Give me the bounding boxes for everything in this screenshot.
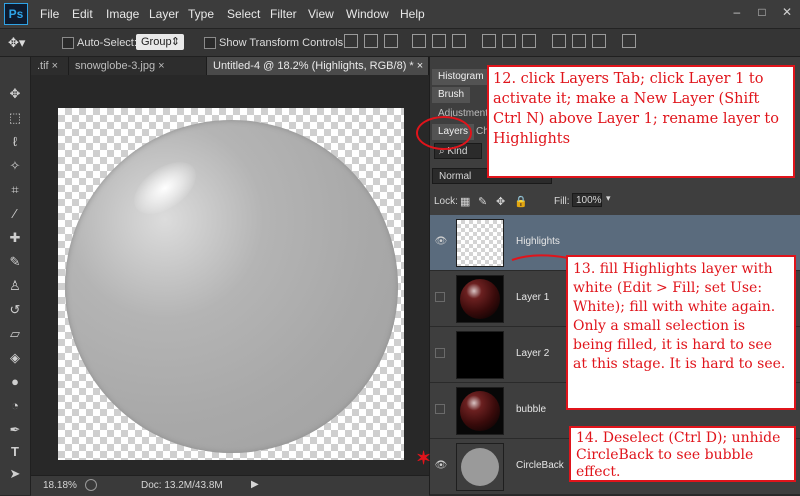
- eye-icon[interactable]: 👁: [434, 235, 448, 249]
- brush-tool-icon[interactable]: ✎: [6, 253, 24, 271]
- path-selection-tool-icon[interactable]: ➤: [6, 465, 24, 483]
- fill-dropdown-icon[interactable]: ▾: [606, 193, 611, 204]
- lock-image-icon[interactable]: ✎: [478, 195, 487, 208]
- tab-brush[interactable]: Brush: [432, 87, 471, 103]
- visibility-toggle[interactable]: [435, 292, 445, 302]
- menu-image[interactable]: Image: [106, 7, 139, 21]
- document-info-icon[interactable]: [85, 479, 97, 491]
- menu-view[interactable]: View: [308, 7, 334, 21]
- lock-all-icon[interactable]: 🔒: [514, 195, 528, 208]
- menu-file[interactable]: File: [40, 7, 59, 21]
- align-hcenter-icon[interactable]: [432, 34, 446, 48]
- annotation-step-12: 12. click Layers Tab; click Layer 1 to a…: [487, 65, 795, 178]
- crop-tool-icon[interactable]: ⌗: [6, 181, 24, 199]
- distribute-right-icon[interactable]: [592, 34, 606, 48]
- visibility-toggle[interactable]: [435, 404, 445, 414]
- menu-help[interactable]: Help: [400, 7, 425, 21]
- auto-select-label: Auto-Select:: [77, 37, 137, 49]
- distribute-vcenter-icon[interactable]: [502, 34, 516, 48]
- layer-name: bubble: [516, 404, 547, 415]
- paint-bucket-tool-icon[interactable]: ◈: [6, 349, 24, 367]
- window-controls: – □ ✕: [724, 4, 796, 20]
- pen-tool-icon[interactable]: ✒: [6, 421, 24, 439]
- align-bottom-icon[interactable]: [384, 34, 398, 48]
- auto-select-value: Group: [141, 36, 172, 48]
- maximize-button[interactable]: □: [753, 4, 771, 20]
- document-tabs: .tif × snowglobe-3.jpg × Untitled-4 @ 18…: [31, 57, 429, 75]
- close-button[interactable]: ✕: [778, 4, 796, 20]
- auto-select-dropdown[interactable]: Group ⇕: [136, 34, 184, 50]
- layer-thumbnail: [456, 387, 504, 435]
- menu-window[interactable]: Window: [346, 7, 389, 21]
- eraser-tool-icon[interactable]: ▱: [6, 325, 24, 343]
- type-tool-icon[interactable]: T: [6, 443, 24, 461]
- show-transform-label: Show Transform Controls: [219, 37, 344, 49]
- distribute-top-icon[interactable]: [482, 34, 496, 48]
- menu-bar: Ps File Edit Image Layer Type Select Fil…: [0, 0, 800, 29]
- tab-tif[interactable]: .tif ×: [31, 57, 69, 75]
- blur-tool-icon[interactable]: ●: [6, 373, 24, 391]
- distribute-bottom-icon[interactable]: [522, 34, 536, 48]
- visibility-toggle[interactable]: [435, 348, 445, 358]
- menu-filter[interactable]: Filter: [270, 7, 297, 21]
- show-transform-checkbox[interactable]: [204, 37, 216, 49]
- layer-thumbnail: [456, 331, 504, 379]
- dodge-tool-icon[interactable]: ◔: [6, 397, 24, 415]
- blend-mode-value: Normal: [439, 171, 472, 182]
- move-tool-icon[interactable]: ✥: [6, 85, 24, 103]
- move-tool-preset-icon[interactable]: ✥▾: [8, 35, 25, 51]
- photoshop-logo: Ps: [4, 3, 28, 25]
- minimize-button[interactable]: –: [728, 4, 746, 20]
- layer-name: Highlights: [516, 236, 560, 247]
- align-left-icon[interactable]: [412, 34, 426, 48]
- tools-panel: ✥ ⬚ ℓ ✧ ⌗ ⁄ ✚ ✎ ♙ ↺ ▱ ◈ ● ◔ ✒ T ➤: [0, 57, 31, 495]
- zoom-level[interactable]: 18.18%: [43, 480, 77, 491]
- chevron-updown-icon: ⇕: [170, 36, 180, 48]
- lock-transparent-icon[interactable]: ▦: [460, 195, 470, 208]
- layer-thumbnail: [456, 443, 504, 491]
- layers-tab-highlight-circle: [416, 116, 472, 150]
- auto-align-icon[interactable]: [622, 34, 636, 48]
- menu-edit[interactable]: Edit: [72, 7, 93, 21]
- tab-histogram[interactable]: Histogram: [432, 69, 490, 85]
- layer-name: Layer 1: [516, 292, 550, 303]
- layer-name: CircleBack: [516, 460, 564, 471]
- tab-untitled-4[interactable]: Untitled-4 @ 18.2% (Highlights, RGB/8) *…: [207, 57, 429, 75]
- align-vcenter-icon[interactable]: [364, 34, 378, 48]
- lock-label: Lock:: [434, 196, 458, 207]
- annotation-step-14: 14. Deselect (Ctrl D); unhide CircleBack…: [569, 426, 796, 482]
- distribute-left-icon[interactable]: [552, 34, 566, 48]
- asterisk-mark-icon: ✶: [416, 448, 432, 468]
- menu-layer[interactable]: Layer: [149, 7, 179, 21]
- clone-stamp-tool-icon[interactable]: ♙: [6, 277, 24, 295]
- align-right-icon[interactable]: [452, 34, 466, 48]
- menu-type[interactable]: Type: [188, 7, 214, 21]
- annotation-step-13: 13. fill Highlights layer with white (Ed…: [566, 255, 796, 410]
- auto-select-checkbox[interactable]: [62, 37, 74, 49]
- status-menu-arrow-icon[interactable]: ▶: [251, 479, 259, 490]
- status-bar: 18.18% Doc: 13.2M/43.8M ▶: [31, 475, 429, 496]
- marquee-tool-icon[interactable]: ⬚: [6, 109, 24, 127]
- layer-thumbnail: [456, 219, 504, 267]
- healing-brush-tool-icon[interactable]: ✚: [6, 229, 24, 247]
- bubble-sphere: [65, 120, 398, 453]
- fill-label: Fill:: [554, 196, 570, 207]
- annotation-pointer-line: [511, 254, 569, 261]
- fill-input[interactable]: 100%: [572, 193, 602, 207]
- align-top-icon[interactable]: [344, 34, 358, 48]
- lock-position-icon[interactable]: ✥: [496, 195, 505, 208]
- history-brush-tool-icon[interactable]: ↺: [6, 301, 24, 319]
- fill-value: 100%: [576, 195, 602, 206]
- doc-size: Doc: 13.2M/43.8M: [141, 480, 223, 491]
- lasso-tool-icon[interactable]: ℓ: [6, 133, 24, 151]
- layer-thumbnail: [456, 275, 504, 323]
- tab-snowglobe[interactable]: snowglobe-3.jpg ×: [69, 57, 207, 75]
- eyedropper-tool-icon[interactable]: ⁄: [6, 205, 24, 223]
- distribute-hcenter-icon[interactable]: [572, 34, 586, 48]
- magic-wand-tool-icon[interactable]: ✧: [6, 157, 24, 175]
- eye-icon[interactable]: 👁: [434, 459, 448, 473]
- menu-select[interactable]: Select: [227, 7, 260, 21]
- layer-name: Layer 2: [516, 348, 550, 359]
